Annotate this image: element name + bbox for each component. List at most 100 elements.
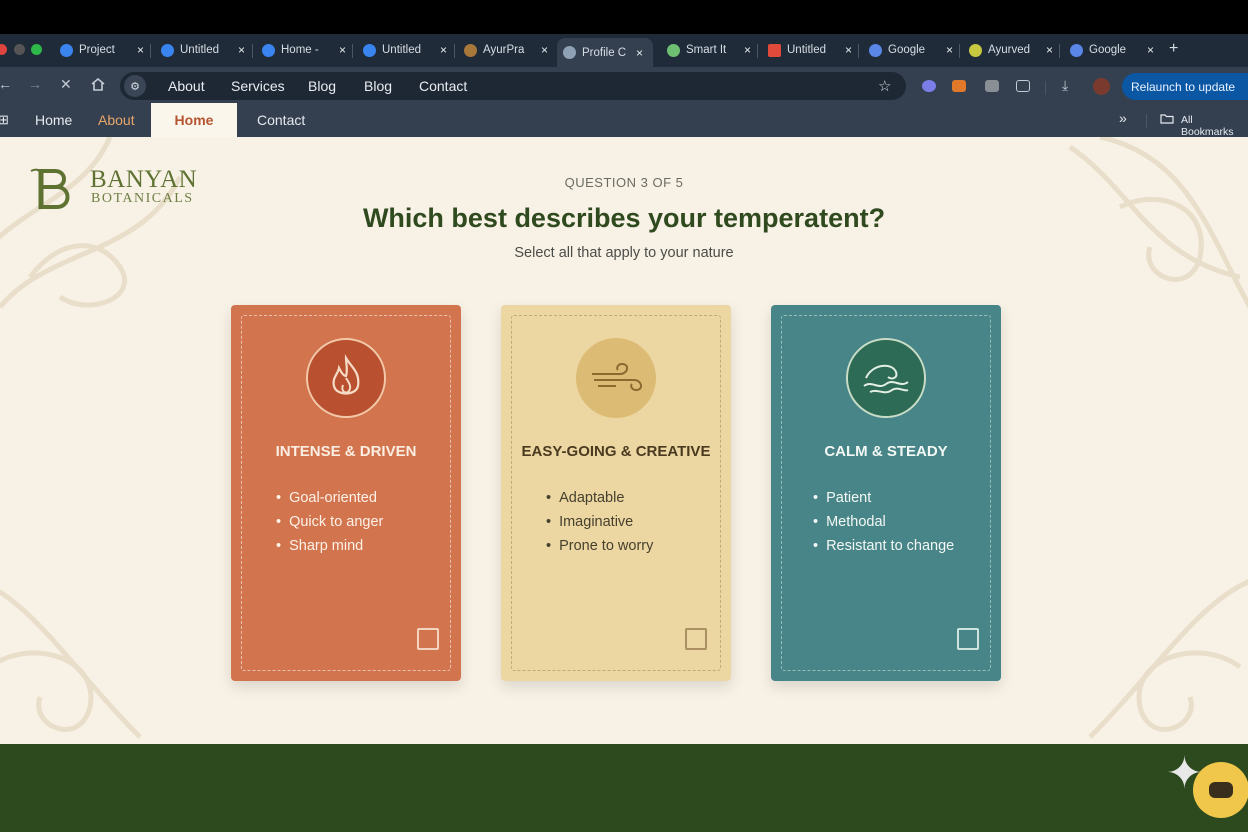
ornament-icon bbox=[0, 589, 142, 739]
tab-favicon-icon bbox=[464, 43, 477, 57]
tab-title: Home - bbox=[281, 44, 319, 56]
new-tab-button[interactable]: + bbox=[1169, 40, 1178, 58]
window-zoom-dot[interactable] bbox=[31, 44, 42, 55]
browser-tab[interactable]: Untitled × bbox=[762, 38, 852, 62]
apps-grid-icon[interactable]: ⊞ bbox=[0, 112, 9, 128]
trait-item: Goal-oriented bbox=[276, 486, 383, 510]
page-footer bbox=[0, 744, 1248, 832]
bookmark-star-icon[interactable]: ☆ bbox=[878, 77, 891, 95]
bookmark-home[interactable]: Home bbox=[35, 112, 72, 128]
tab-favicon-icon bbox=[667, 43, 680, 57]
ornament-icon bbox=[1088, 579, 1248, 739]
tab-favicon-icon bbox=[563, 46, 576, 59]
option-checkbox[interactable] bbox=[957, 628, 979, 650]
bookmark-about[interactable]: About bbox=[98, 112, 135, 128]
tab-title: Untitled bbox=[382, 44, 421, 56]
browser-tab[interactable]: Google × bbox=[863, 38, 953, 62]
home-icon[interactable] bbox=[91, 77, 105, 94]
address-link-blog[interactable]: Blog bbox=[308, 78, 336, 94]
option-traits: Goal-oriented Quick to anger Sharp mind bbox=[276, 486, 383, 558]
extension-icon[interactable] bbox=[922, 80, 936, 92]
tab-separator bbox=[1059, 44, 1060, 58]
address-link-about[interactable]: About bbox=[168, 78, 205, 94]
option-card-calm[interactable]: CALM & STEADY Patient Methodal Resistant… bbox=[771, 305, 1001, 681]
relaunch-button[interactable]: Relaunch to update bbox=[1122, 73, 1248, 100]
profile-avatar[interactable] bbox=[1093, 78, 1110, 95]
back-arrow-icon[interactable]: ← bbox=[0, 76, 12, 92]
trait-item: Quick to anger bbox=[276, 510, 383, 534]
window-minimize-dot[interactable] bbox=[14, 44, 25, 55]
option-checkbox[interactable] bbox=[685, 628, 707, 650]
tab-close-icon[interactable]: × bbox=[946, 43, 953, 57]
all-bookmarks-link[interactable]: All Bookmarks bbox=[1181, 114, 1248, 138]
tab-title: Ayurved bbox=[988, 44, 1030, 56]
address-link-services[interactable]: Services bbox=[231, 78, 285, 94]
tab-favicon-icon bbox=[262, 43, 275, 57]
tab-close-icon[interactable]: × bbox=[845, 43, 852, 57]
browser-tab[interactable]: Google × bbox=[1064, 38, 1154, 62]
tab-close-icon[interactable]: × bbox=[1046, 43, 1053, 57]
stop-loading-icon[interactable]: ✕ bbox=[60, 76, 72, 93]
option-card-easygoing[interactable]: EASY-GOING & CREATIVE Adaptable Imaginat… bbox=[501, 305, 731, 681]
tab-close-icon[interactable]: × bbox=[636, 46, 643, 60]
browser-tab-active[interactable]: Profile C × bbox=[557, 38, 653, 67]
tab-title: Google bbox=[888, 44, 926, 56]
bookmark-contact[interactable]: Contact bbox=[257, 112, 305, 128]
browser-tab[interactable]: Home - × bbox=[256, 38, 346, 62]
browser-tab[interactable]: AyurPra × bbox=[458, 38, 548, 62]
extensions-puzzle-icon[interactable] bbox=[1016, 80, 1030, 92]
option-title: EASY-GOING & CREATIVE bbox=[521, 443, 711, 460]
trait-item: Imaginative bbox=[546, 510, 653, 534]
tab-close-icon[interactable]: × bbox=[440, 43, 447, 57]
tab-separator bbox=[352, 44, 353, 58]
tab-close-icon[interactable]: × bbox=[339, 43, 346, 57]
tab-title: Untitled bbox=[180, 44, 219, 56]
tab-close-icon[interactable]: × bbox=[238, 43, 245, 57]
bookmark-separator bbox=[1146, 114, 1147, 128]
screen-top-bezel bbox=[0, 0, 1248, 34]
site-settings-icon[interactable]: ⚙ bbox=[124, 75, 146, 97]
option-checkbox[interactable] bbox=[417, 628, 439, 650]
tab-title: Profile C bbox=[582, 46, 626, 59]
folder-icon bbox=[1160, 113, 1174, 127]
address-link-contact[interactable]: Contact bbox=[419, 78, 467, 94]
bookmarks-overflow-icon[interactable]: » bbox=[1119, 110, 1127, 126]
question-subtitle: Select all that apply to your nature bbox=[514, 245, 734, 261]
option-traits: Patient Methodal Resistant to change bbox=[813, 486, 954, 558]
tab-separator bbox=[150, 44, 151, 58]
tab-favicon-icon bbox=[969, 43, 982, 57]
tab-close-icon[interactable]: × bbox=[1147, 43, 1154, 57]
browser-tab[interactable]: Project × bbox=[54, 38, 144, 62]
download-icon[interactable]: ⤓ bbox=[1062, 77, 1068, 94]
browser-tab[interactable]: Smart It × bbox=[661, 38, 751, 62]
trait-item: Resistant to change bbox=[813, 534, 954, 558]
metamask-icon[interactable] bbox=[952, 80, 966, 92]
extension-icon[interactable] bbox=[985, 80, 999, 92]
trait-item: Sharp mind bbox=[276, 534, 383, 558]
option-title: CALM & STEADY bbox=[824, 443, 948, 460]
tab-favicon-icon bbox=[363, 43, 376, 57]
browser-tab[interactable]: Untitled × bbox=[155, 38, 245, 62]
tab-close-icon[interactable]: × bbox=[744, 43, 751, 57]
tab-separator bbox=[252, 44, 253, 58]
trait-item: Methodal bbox=[813, 510, 954, 534]
tab-favicon-icon bbox=[60, 43, 73, 57]
bookmark-home-active[interactable]: Home bbox=[151, 103, 237, 137]
tab-favicon-icon bbox=[161, 43, 174, 57]
forward-arrow-icon[interactable]: → bbox=[28, 76, 42, 92]
trait-item: Adaptable bbox=[546, 486, 653, 510]
tab-close-icon[interactable]: × bbox=[541, 43, 548, 57]
browser-tab[interactable]: Untitled × bbox=[357, 38, 447, 62]
question-progress: QUESTION 3 OF 5 bbox=[564, 175, 684, 190]
question-title: Which best describes your temperatent? bbox=[362, 203, 886, 233]
tab-favicon-icon bbox=[1070, 43, 1083, 57]
address-link-blog-2[interactable]: Blog bbox=[364, 78, 392, 94]
option-card-intense[interactable]: INTENSE & DRIVEN Goal-oriented Quick to … bbox=[231, 305, 461, 681]
tab-close-icon[interactable]: × bbox=[137, 43, 144, 57]
browser-tab[interactable]: Ayurved × bbox=[963, 38, 1053, 62]
tab-title: Untitled bbox=[787, 44, 826, 56]
tab-title: AyurPra bbox=[483, 44, 525, 56]
option-traits: Adaptable Imaginative Prone to worry bbox=[546, 486, 653, 558]
chat-button[interactable] bbox=[1193, 762, 1248, 818]
wave-icon bbox=[846, 338, 926, 418]
